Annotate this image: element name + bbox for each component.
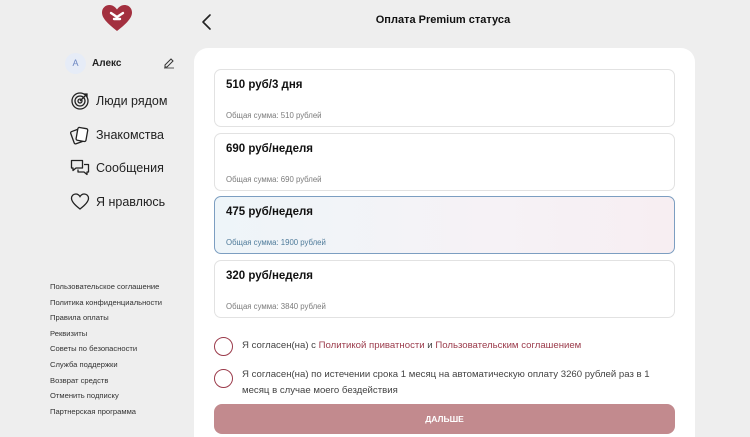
plan-option-3-days[interactable]: 510 руб/3 дня Общая сумма: 510 рублей [214,69,675,127]
edit-icon[interactable] [163,57,175,69]
agreement-checkbox[interactable] [214,337,233,356]
back-arrow-icon[interactable] [199,12,215,32]
chat-icon [70,160,90,176]
link-safety-tips[interactable]: Советы по безопасности [50,343,162,359]
plan-total: Общая сумма: 1900 рублей [226,238,326,247]
link-requisites[interactable]: Реквизиты [50,328,162,344]
heart-icon [70,193,90,210]
autopay-row: Я согласен(на) по истечении срока 1 меся… [214,367,675,399]
plan-title: 475 руб/неделя [226,206,314,218]
logo-heart-icon [102,5,132,31]
plan-title: 690 руб/неделя [226,143,314,155]
agreement-row: Я согласен(на) с Политикой приватности и… [214,337,581,356]
sidebar-item-label: Люди рядом [96,94,168,108]
link-user-agreement[interactable]: Пользовательское соглашение [50,281,162,297]
user-agreement-link[interactable]: Пользовательским соглашением [435,340,581,351]
sidebar-item-likes[interactable]: Я нравлюсь [70,191,167,213]
plan-option-1-week[interactable]: 690 руб/неделя Общая сумма: 690 рублей [214,133,675,191]
user-name: Алекс [92,57,122,69]
plan-total: Общая сумма: 3840 рублей [226,302,326,311]
link-privacy-policy[interactable]: Политика конфиденциальности [50,297,162,313]
link-support[interactable]: Служба поддержки [50,359,162,375]
plan-total: Общая сумма: 510 рублей [226,111,322,120]
footer-links: Пользовательское соглашение Политика кон… [50,281,162,421]
autopay-text: Я согласен(на) по истечении срока 1 меся… [242,369,650,396]
link-partner-program[interactable]: Партнерская программа [50,406,162,422]
plan-total: Общая сумма: 690 рублей [226,175,322,184]
plan-title: 510 руб/3 дня [226,79,303,91]
user-profile-row[interactable]: А Алекс [65,52,175,74]
target-icon [71,92,89,110]
avatar[interactable]: А [65,52,86,74]
privacy-policy-link[interactable]: Политикой приватности [319,340,425,351]
cards-icon [70,126,89,145]
link-refund[interactable]: Возврат средств [50,375,162,391]
sidebar-nav: Люди рядом Знакомства Сообщения Я нравлю… [70,90,167,225]
sidebar-item-people-nearby[interactable]: Люди рядом [70,90,167,112]
plan-option-1-month[interactable]: 475 руб/неделя Общая сумма: 1900 рублей [214,196,675,254]
sidebar-item-messages[interactable]: Сообщения [70,157,167,179]
plan-option-3-months[interactable]: 320 руб/неделя Общая сумма: 3840 рублей [214,260,675,318]
agreement-text: Я согласен(на) с Политикой приватности и… [242,340,582,351]
payment-card: 510 руб/3 дня Общая сумма: 510 рублей 69… [194,48,695,437]
autopay-checkbox[interactable] [214,369,233,388]
sidebar-item-label: Знакомства [96,127,164,142]
sidebar-item-label: Я нравлюсь [96,195,166,210]
plan-title: 320 руб/неделя [226,270,314,282]
page-title: Оплата Premium статуса [375,14,511,26]
link-payment-rules[interactable]: Правила оплаты [50,312,162,328]
link-cancel-subscription[interactable]: Отменить подписку [50,390,162,406]
next-button[interactable]: ДАЛЬШЕ [214,404,675,434]
sidebar-item-label: Сообщения [96,161,164,176]
sidebar-item-dating[interactable]: Знакомства [70,124,167,146]
